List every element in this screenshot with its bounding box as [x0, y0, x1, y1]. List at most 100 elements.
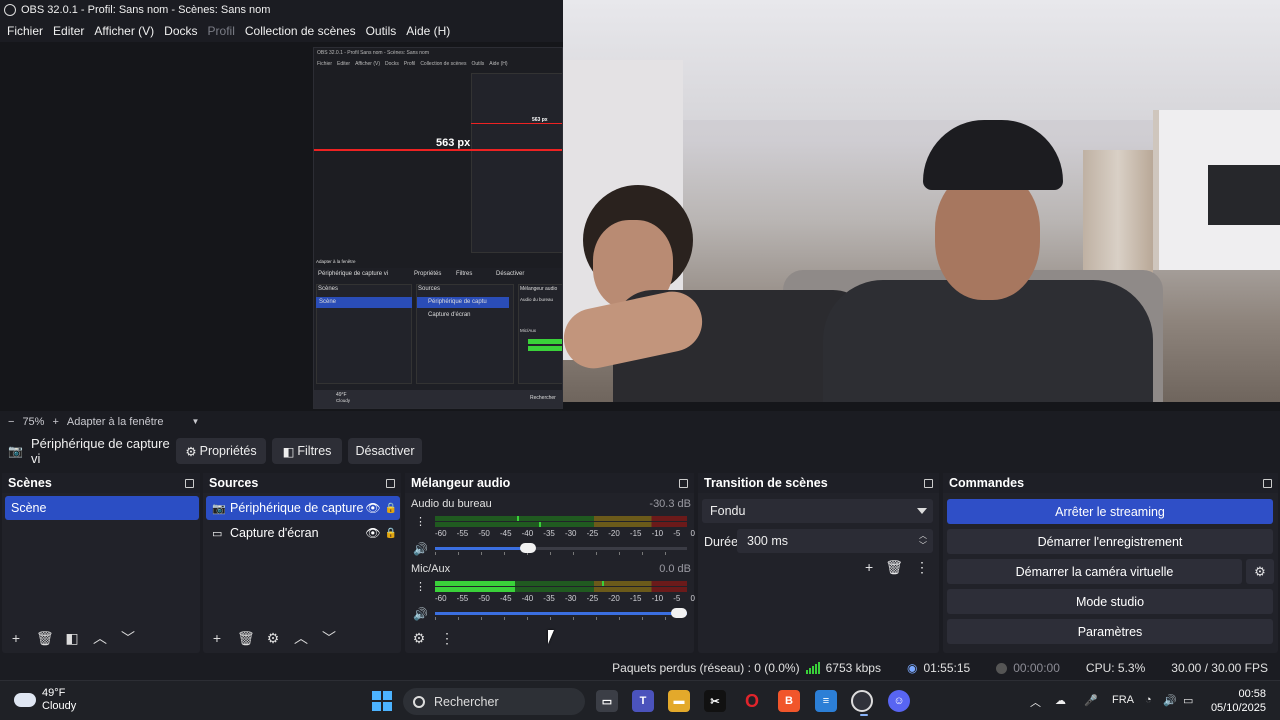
sources-toolbar: + 🗑 ⚙ ︿ ﹀	[203, 627, 401, 649]
notepad-icon[interactable]: ≡	[815, 690, 837, 712]
chevron-up-icon[interactable]: ︿	[293, 628, 309, 648]
mixer-dock-header: Mélangeur audio	[405, 473, 694, 493]
start-virtual-camera-button[interactable]: Démarrer la caméra virtuelle	[947, 559, 1242, 584]
advanced-audio-icon[interactable]: ⚙	[411, 630, 427, 647]
brave-icon[interactable]: B	[778, 690, 800, 712]
more-icon[interactable]: ⋮	[415, 580, 426, 593]
stream-time: 01:55:15	[923, 661, 971, 675]
zoom-out-button[interactable]: −	[8, 416, 14, 428]
weather-temp: 49°F	[42, 687, 66, 699]
menu-docks[interactable]: Docks	[159, 24, 202, 38]
capcut-icon[interactable]: ✂	[704, 690, 726, 712]
scale-tick: -60	[435, 529, 447, 538]
undock-icon[interactable]	[386, 478, 395, 488]
language-indicator[interactable]: FRA	[1112, 694, 1134, 706]
properties-button[interactable]: ⚙ Propriétés	[176, 438, 266, 464]
slider-handle[interactable]	[671, 608, 687, 618]
nested-scene-item: Scène	[319, 299, 337, 305]
start-recording-button[interactable]: Démarrer l'enregistrement	[947, 529, 1273, 554]
undock-icon[interactable]	[1263, 478, 1272, 488]
filters-button[interactable]: ◧ Filtres	[272, 438, 342, 464]
more-icon[interactable]: ⋮	[439, 630, 455, 647]
eye-icon[interactable]: 👁	[364, 526, 382, 540]
lock-icon[interactable]: 🔒	[382, 503, 400, 514]
scale-tick: -10	[651, 594, 664, 603]
discord-icon[interactable]: ☺	[888, 690, 910, 712]
virtual-camera-settings-button[interactable]: ⚙	[1246, 559, 1274, 584]
trash-icon[interactable]: 🗑	[237, 630, 255, 647]
windows-start-icon[interactable]	[372, 691, 392, 711]
source-item-capture-device[interactable]: 📷 Périphérique de capture 👁 🔒	[206, 496, 400, 520]
chevron-up-icon[interactable]: ︿	[92, 628, 108, 648]
more-icon[interactable]: ⋮	[915, 559, 929, 576]
volume-slider[interactable]	[435, 543, 687, 555]
scale-tick: -5	[673, 594, 681, 603]
speaker-icon[interactable]: 🔊	[413, 607, 428, 621]
microphone-icon[interactable]: 🎤	[1084, 694, 1098, 707]
volume-slider[interactable]	[435, 608, 687, 620]
channel-name: Mic/Aux	[411, 563, 451, 575]
add-icon[interactable]: +	[865, 559, 873, 576]
more-icon[interactable]: ⋮	[415, 515, 426, 528]
chevron-down-icon[interactable]: ﹀	[321, 628, 337, 648]
undock-icon[interactable]	[679, 478, 688, 488]
obs-taskbar-icon[interactable]	[851, 690, 873, 716]
nested-mixer-title: Mélangeur audio	[520, 286, 558, 292]
add-icon[interactable]: +	[209, 630, 225, 646]
studio-mode-button[interactable]: Mode studio	[947, 589, 1273, 614]
screen-capture-preview: OBS 32.0.1 - Profil Sans nom - Scènes: S…	[313, 47, 563, 409]
filter-icon[interactable]: ◧	[64, 630, 80, 647]
zoom-in-button[interactable]: +	[52, 416, 58, 428]
undock-icon[interactable]	[185, 478, 194, 488]
transition-select[interactable]: Fondu	[702, 499, 933, 523]
duration-input[interactable]: 300 ms ︿ ﹀	[737, 529, 933, 553]
slider-handle[interactable]	[520, 543, 536, 553]
eye-icon[interactable]: 👁	[364, 501, 382, 515]
opera-icon[interactable]: O	[741, 690, 763, 712]
filters-label: Filtres	[297, 444, 332, 458]
onedrive-icon[interactable]: ☁	[1055, 694, 1066, 707]
volume-icon[interactable]: 🔊	[1163, 694, 1177, 707]
menu-file[interactable]: Fichier	[2, 24, 48, 38]
undock-icon[interactable]	[924, 478, 933, 488]
speaker-icon[interactable]: 🔊	[413, 542, 428, 556]
chevron-up-icon[interactable]: ︿	[1030, 694, 1041, 710]
stop-streaming-button[interactable]: Arrêter le streaming	[947, 499, 1273, 524]
gear-icon[interactable]: ⚙	[265, 630, 281, 647]
menu-tools[interactable]: Outils	[361, 24, 402, 38]
menu-help[interactable]: Aide (H)	[401, 24, 455, 38]
scene-item[interactable]: Scène	[5, 496, 199, 520]
meter-bar	[435, 522, 687, 527]
source-item-screen-capture[interactable]: ▭ Capture d'écran 👁 🔒	[206, 521, 400, 545]
weather-widget[interactable]: 49°F Cloudy	[14, 687, 76, 713]
battery-icon[interactable]: ▭	[1183, 694, 1193, 707]
menu-edit[interactable]: Editer	[48, 24, 89, 38]
volume-meter	[435, 581, 687, 593]
taskbar-search[interactable]: Rechercher	[403, 688, 585, 715]
menu-scene-collection[interactable]: Collection de scènes	[240, 24, 361, 38]
lock-icon[interactable]: 🔒	[382, 528, 400, 539]
file-explorer-icon[interactable]: ▬	[668, 690, 690, 712]
trash-icon[interactable]: 🗑	[885, 559, 903, 576]
trash-icon[interactable]: 🗑	[36, 630, 54, 647]
zoom-fit-select[interactable]: Adapter à la fenêtre	[67, 416, 164, 428]
settings-button[interactable]: Paramètres	[947, 619, 1273, 644]
task-view-icon[interactable]: ▭	[596, 690, 618, 712]
spin-buttons[interactable]: ︿ ﹀	[919, 531, 927, 551]
clock[interactable]: 00:58 05/10/2025	[1211, 687, 1266, 715]
nested-meter-green	[528, 339, 562, 344]
scale-tick: -40	[521, 594, 534, 603]
disable-button[interactable]: Désactiver	[348, 438, 422, 464]
slider-ticks	[435, 552, 687, 555]
scale-tick: -45	[499, 529, 512, 538]
controls-dock: Commandes Arrêter le streaming Démarrer …	[943, 473, 1278, 653]
slider-ticks	[435, 617, 687, 620]
clock-time: 00:58	[1238, 688, 1266, 700]
teams-icon[interactable]: T	[632, 690, 654, 712]
menu-view[interactable]: Afficher (V)	[89, 24, 159, 38]
wifi-icon[interactable]: ◔	[1145, 694, 1152, 706]
chevron-down-icon[interactable]: ▼	[192, 417, 200, 426]
add-icon[interactable]: +	[8, 630, 24, 646]
chevron-down-icon[interactable]: ﹀	[120, 628, 136, 648]
scale-tick: -50	[478, 594, 490, 603]
